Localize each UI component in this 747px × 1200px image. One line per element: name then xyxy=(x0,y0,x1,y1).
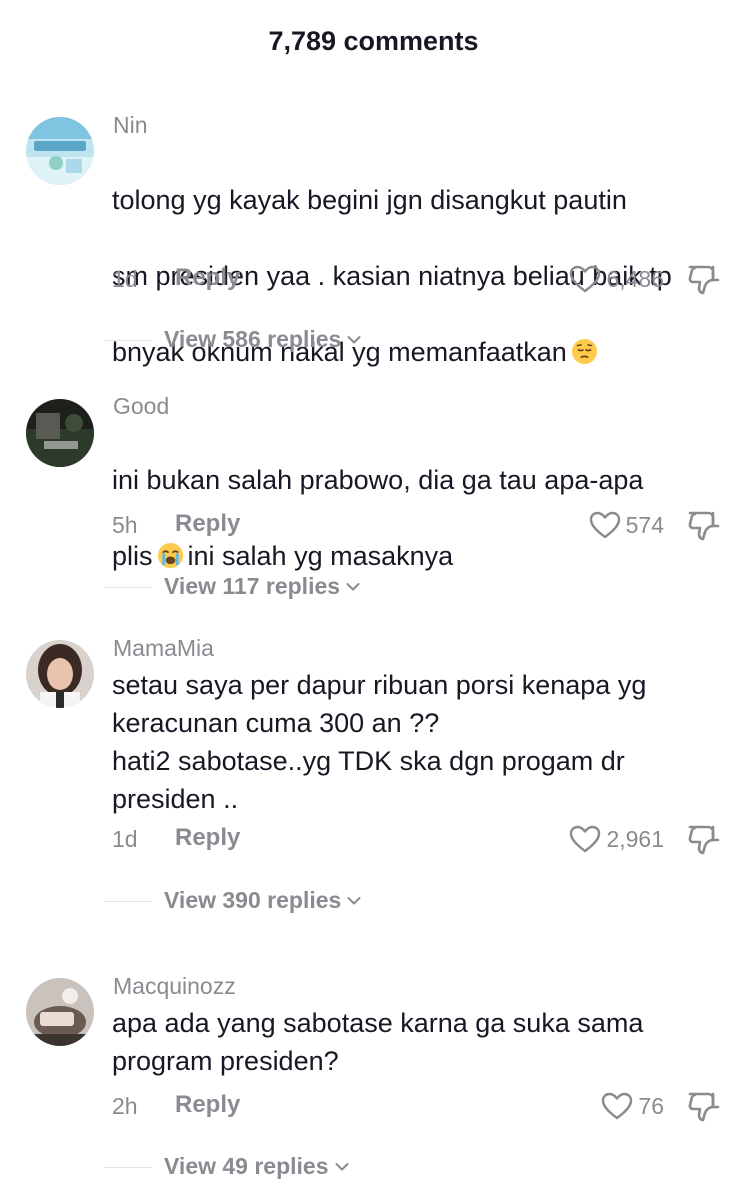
chevron-down-icon xyxy=(346,583,360,591)
comment-meta: 1d Reply 2,961 xyxy=(112,822,722,856)
comment-text: apa ada yang sabotase karna ga suka sama… xyxy=(112,1008,644,1076)
comment-text-fragment: ini salah yg masaknya xyxy=(187,541,454,571)
comment-time: 1d xyxy=(112,266,138,292)
divider xyxy=(104,587,152,588)
view-replies-button[interactable]: View 586 replies xyxy=(164,326,361,353)
divider xyxy=(104,901,152,902)
like-count: 574 xyxy=(625,511,664,538)
avatar[interactable] xyxy=(26,640,94,708)
reply-button[interactable]: Reply xyxy=(175,1091,240,1119)
comment-username[interactable]: Macquinozz xyxy=(113,973,236,1000)
view-replies-button[interactable]: View 117 replies xyxy=(164,573,360,600)
heart-outline-icon xyxy=(570,265,601,293)
comment-time: 2h xyxy=(112,1093,138,1119)
avatar[interactable] xyxy=(26,978,94,1046)
thumbs-down-outline-icon[interactable] xyxy=(686,1089,722,1125)
view-replies-label: View 586 replies xyxy=(164,326,342,352)
view-replies-button[interactable]: View 49 replies xyxy=(164,1153,349,1180)
heart-outline-icon xyxy=(570,825,601,853)
comment-username[interactable]: Good xyxy=(113,393,169,420)
like-button[interactable]: 76 xyxy=(600,1089,664,1123)
view-replies-button[interactable]: View 390 replies xyxy=(164,887,361,914)
comment-text-line: ini bukan salah prabowo, dia ga tau apa-… xyxy=(112,465,644,495)
heart-outline-icon xyxy=(602,1092,633,1120)
comment-time: 5h xyxy=(112,512,138,538)
loudly-crying-face-emoji xyxy=(157,542,183,569)
like-count: 2,961 xyxy=(606,825,664,852)
comments-count-title: 7,789 comments xyxy=(268,26,479,56)
view-replies-label: View 117 replies xyxy=(164,573,341,599)
like-button[interactable]: 2,961 xyxy=(568,822,664,856)
view-replies-row: View 49 replies xyxy=(104,1153,504,1183)
comment-text-fragment: plis xyxy=(112,541,153,571)
like-button[interactable]: 6,486 xyxy=(568,262,664,296)
view-replies-row: View 390 replies xyxy=(104,887,504,917)
thumbs-down-outline-icon[interactable] xyxy=(686,508,722,544)
avatar[interactable] xyxy=(26,117,94,185)
reply-button[interactable]: Reply xyxy=(175,824,240,852)
view-replies-row: View 117 replies xyxy=(104,573,504,603)
chevron-down-icon xyxy=(335,1163,349,1171)
view-replies-label: View 49 replies xyxy=(164,1153,329,1179)
comment-meta: 2h Reply 76 xyxy=(112,1089,722,1123)
comment-text-line: tolong yg kayak begini jgn disangkut pau… xyxy=(112,185,627,215)
reply-button[interactable]: Reply xyxy=(175,510,240,538)
like-count: 76 xyxy=(638,1092,664,1119)
divider xyxy=(104,340,152,341)
chevron-down-icon xyxy=(347,336,361,344)
thumbs-down-outline-icon[interactable] xyxy=(686,262,722,298)
reply-button[interactable]: Reply xyxy=(175,264,240,292)
view-replies-row: View 586 replies xyxy=(104,326,504,356)
thumbs-down-outline-icon[interactable] xyxy=(686,822,722,858)
pensive-face-emoji xyxy=(571,338,597,365)
view-replies-label: View 390 replies xyxy=(164,887,342,913)
avatar[interactable] xyxy=(26,399,94,467)
comment-time: 1d xyxy=(112,826,138,852)
like-count: 6,486 xyxy=(606,265,664,292)
comment-username[interactable]: Nin xyxy=(113,112,148,139)
divider xyxy=(104,1167,152,1168)
heart-outline-icon xyxy=(589,511,620,539)
comment-username[interactable]: MamaMia xyxy=(113,635,214,662)
comment-text: setau saya per dapur ribuan porsi kenapa… xyxy=(112,670,647,814)
like-button[interactable]: 574 xyxy=(588,508,664,542)
comment-meta: 1d Reply 6,486 xyxy=(112,262,722,296)
chevron-down-icon xyxy=(347,897,361,905)
comment-meta: 5h Reply 574 xyxy=(112,508,722,542)
comment-text-line: plis ini salah yg masaknya xyxy=(112,537,724,575)
